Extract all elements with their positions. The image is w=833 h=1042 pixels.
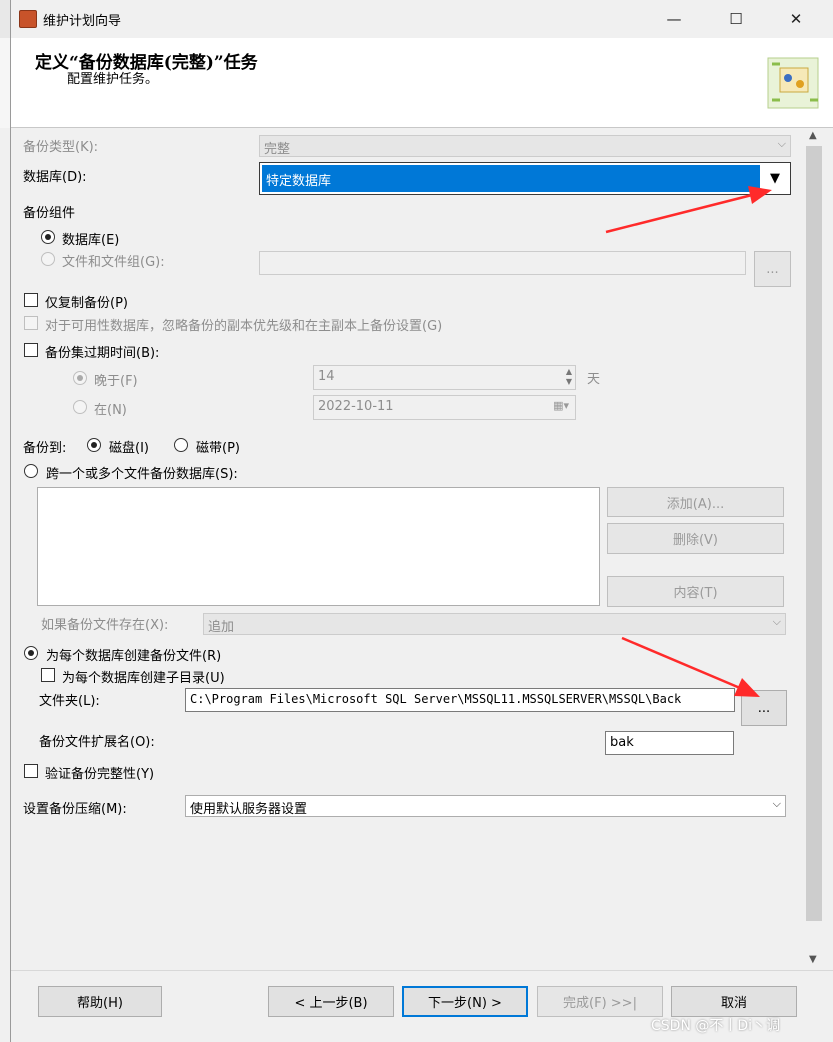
files-component-radio[interactable] [41,252,55,266]
background-app [0,0,10,38]
title-bar: 维护计划向导 — ☐ ✕ [11,0,833,38]
extension-label: 备份文件扩展名(O): [39,735,155,750]
chevron-down-icon: ⌵ [772,797,781,810]
compression-label: 设置备份压缩(M): [23,802,127,817]
expire-days-spinner: 14 ▲ ▼ [313,365,576,390]
disk-label: 磁盘(I) [109,441,149,456]
database-select[interactable]: 特定数据库 ▼ [259,162,791,195]
tape-radio[interactable] [174,438,188,452]
compression-value: 使用默认服务器设置 [190,802,308,817]
backup-type-select: 完整 ⌵ [259,135,791,157]
compression-select[interactable]: 使用默认服务器设置 ⌵ [185,795,786,817]
back-button[interactable]: < 上一步(B) [268,986,394,1017]
backup-components-label: 备份组件 [23,206,76,221]
calendar-icon: ▦▾ [553,399,569,412]
span-files-radio[interactable] [24,464,38,478]
span-files-label: 跨一个或多个文件备份数据库(S): [46,467,238,482]
expire-after-radio[interactable] [73,371,87,385]
finish-button[interactable]: 完成(F) >>| [537,986,663,1017]
backup-files-list[interactable] [37,487,600,606]
maximize-button[interactable]: ☐ [713,0,759,38]
folder-input[interactable]: C:\Program Files\Microsoft SQL Server\MS… [185,688,735,712]
database-component-label: 数据库(E) [62,233,120,248]
files-field [259,251,746,275]
subdir-checkbox[interactable] [41,668,55,682]
ignore-replica-label: 对于可用性数据库，忽略备份的副本优先级和在主副本上备份设置(G) [45,319,443,334]
database-value: 特定数据库 [262,165,760,192]
database-component-radio[interactable] [41,230,55,244]
copy-only-label: 仅复制备份(P) [45,296,128,311]
chevron-down-icon: ⌵ [777,137,786,150]
scroll-up-icon[interactable]: ▲ [809,130,817,141]
wizard-icon [767,57,819,109]
wizard-window: 维护计划向导 — ☐ ✕ 定义“备份数据库(完整)”任务 配置维护任务。 备份类… [10,0,833,1042]
app-icon [19,10,37,28]
if-exists-select: 追加 ⌵ [203,613,786,635]
expire-label: 备份集过期时间(B): [45,346,160,361]
backup-type-value: 完整 [264,142,291,157]
verify-label: 验证备份完整性(Y) [45,767,155,782]
expire-on-label: 在(N) [94,403,127,418]
expire-checkbox[interactable] [24,343,38,357]
dropdown-arrow-icon[interactable]: ▼ [762,165,788,192]
folder-label: 文件夹(L): [39,694,100,709]
next-button[interactable]: 下一步(N) > [402,986,528,1017]
per-db-label: 为每个数据库创建备份文件(R) [46,649,222,664]
expire-after-label: 晚于(F) [94,374,138,389]
expire-on-radio[interactable] [73,400,87,414]
copy-only-checkbox[interactable] [24,293,38,307]
expire-date-picker: 2022-10-11 ▦▾ [313,395,576,420]
chevron-down-icon: ⌵ [772,615,781,628]
if-exists-value: 追加 [208,620,235,635]
close-button[interactable]: ✕ [773,0,819,38]
contents-button[interactable]: 内容(T) [607,576,784,607]
scroll-thumb[interactable] [806,146,822,921]
database-label: 数据库(D): [23,170,87,185]
expire-date-value: 2022-10-11 [318,399,394,414]
tape-label: 磁带(P) [196,441,240,456]
backup-to-label: 备份到: [23,441,67,456]
minimize-button[interactable]: — [651,0,697,38]
spinner-arrows-icon: ▲ ▼ [565,367,572,386]
ignore-replica-checkbox[interactable] [24,316,38,330]
expire-days-value: 14 [318,369,335,384]
backup-type-label: 备份类型(K): [23,140,99,155]
verify-checkbox[interactable] [24,764,38,778]
window-title: 维护计划向导 [43,14,122,29]
vertical-scrollbar[interactable]: ▲ ▼ [805,128,823,970]
extension-input[interactable]: bak [605,731,734,755]
wizard-footer: 帮助(H) < 上一步(B) 下一步(N) > 完成(F) >>| 取消 CSD… [11,970,833,1042]
per-db-radio[interactable] [24,646,38,660]
cancel-button[interactable]: 取消 [671,986,797,1017]
scroll-down-icon[interactable]: ▼ [809,954,817,965]
page-subtitle: 配置维护任务。 [67,72,159,87]
files-browse-button[interactable]: ... [754,251,791,287]
wizard-header: 定义“备份数据库(完整)”任务 配置维护任务。 [11,38,833,128]
help-button[interactable]: 帮助(H) [38,986,162,1017]
if-exists-label: 如果备份文件存在(X): [41,618,169,633]
files-component-label: 文件和文件组(G): [62,255,165,270]
expire-unit-label: 天 [587,372,601,387]
background-app [0,38,10,128]
remove-button[interactable]: 删除(V) [607,523,784,554]
watermark: CSDN @不丨Di丶调 [651,1018,781,1034]
disk-radio[interactable] [87,438,101,452]
folder-browse-button[interactable]: ... [741,690,787,726]
subdir-label: 为每个数据库创建子目录(U) [62,671,225,686]
add-button[interactable]: 添加(A)... [607,487,784,517]
